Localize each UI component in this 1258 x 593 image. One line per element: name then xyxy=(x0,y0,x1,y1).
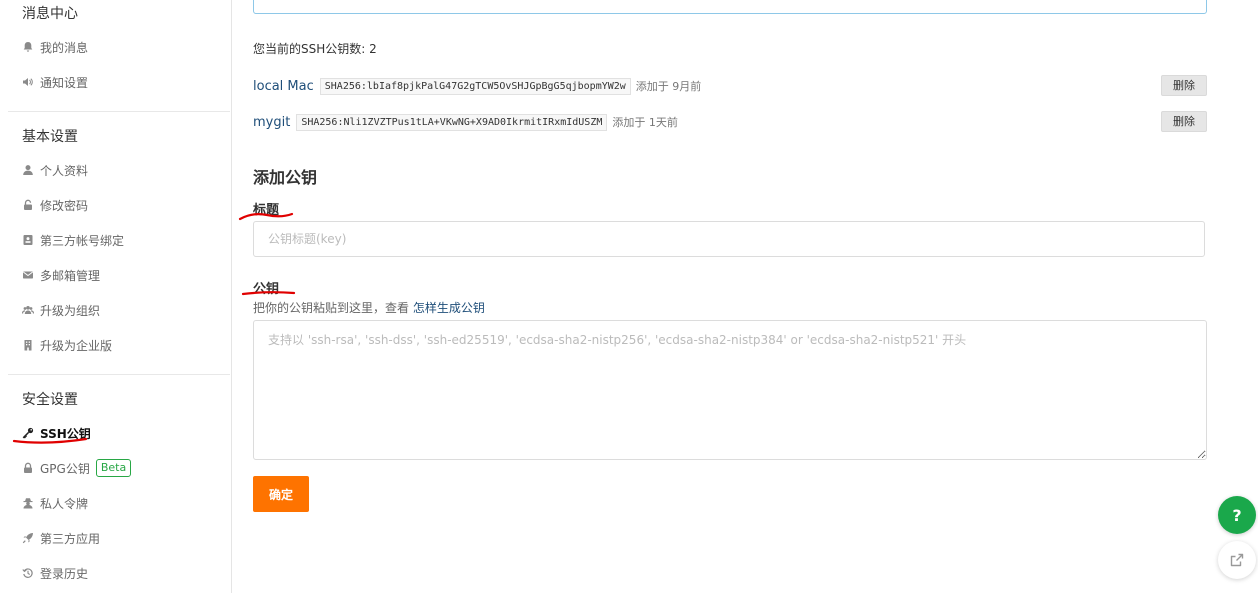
sidebar-item-upgrade-enterprise[interactable]: 升级为企业版 xyxy=(22,335,112,355)
public-key-label: 公钥 xyxy=(253,282,280,297)
main-content: 您当前的SSH公钥数: 2 local Mac SHA256:lbIaf8pjk… xyxy=(232,0,1258,593)
sidebar-item-label: 多邮箱管理 xyxy=(40,268,101,283)
ssh-key-count: 您当前的SSH公钥数: 2 xyxy=(253,42,377,56)
sidebar-item-login-history[interactable]: 登录历史 xyxy=(22,563,88,583)
title-label: 标题 xyxy=(253,203,280,218)
top-input-field[interactable] xyxy=(253,0,1207,14)
hint-text: 把你的公钥粘贴到这里，查看 xyxy=(253,301,413,315)
sidebar-item-email-management[interactable]: 多邮箱管理 xyxy=(22,265,100,285)
sidebar-item-upgrade-org[interactable]: 升级为组织 xyxy=(22,300,100,320)
sidebar-item-gpg-keys[interactable]: GPG公钥 Beta xyxy=(22,458,132,478)
sidebar-item-label: 升级为组织 xyxy=(40,303,101,318)
beta-badge: Beta xyxy=(95,459,132,477)
sidebar-item-label: 登录历史 xyxy=(40,566,89,581)
sidebar-item-private-tokens[interactable]: 私人令牌 xyxy=(22,493,88,513)
user-secret-icon xyxy=(23,498,33,509)
confirm-button[interactable]: 确定 xyxy=(253,476,309,512)
public-key-textarea[interactable] xyxy=(253,320,1207,460)
sidebar-item-label: SSH公钥 xyxy=(40,426,91,441)
volume-icon xyxy=(23,78,33,86)
envelope-icon xyxy=(23,271,33,279)
sidebar-item-label: 我的消息 xyxy=(40,40,89,55)
sidebar-item-label: 个人资料 xyxy=(40,163,89,178)
sidebar-item-label: 私人令牌 xyxy=(40,496,89,511)
id-card-icon xyxy=(23,235,33,245)
rocket-icon xyxy=(22,533,33,544)
section-title-messages: 消息中心 xyxy=(22,6,78,22)
ssh-key-fingerprint: SHA256:Nli1ZVZTPus1tLA+VKwNG+X9AD0Ikrmit… xyxy=(296,113,608,131)
public-key-hint: 把你的公钥粘贴到这里，查看 怎样生成公钥 xyxy=(253,299,485,316)
ssh-key-added-time: 添加于 9月前 xyxy=(635,80,702,93)
ssh-key-row: mygit SHA256:Nli1ZVZTPus1tLA+VKwNG+X9AD0… xyxy=(253,111,678,133)
section-title-security: 安全设置 xyxy=(22,392,78,408)
how-to-generate-key-link[interactable]: 怎样生成公钥 xyxy=(413,301,485,315)
user-icon xyxy=(23,165,33,175)
sidebar-item-label: GPG公钥 xyxy=(40,461,90,476)
building-icon xyxy=(24,340,32,351)
feedback-button[interactable] xyxy=(1218,541,1256,579)
section-title-basic: 基本设置 xyxy=(22,129,78,145)
sidebar-item-label: 第三方应用 xyxy=(40,531,101,546)
sidebar-item-label: 通知设置 xyxy=(40,75,89,90)
sidebar-item-notification-settings[interactable]: 通知设置 xyxy=(22,72,88,92)
settings-sidebar: 消息中心 我的消息 通知设置 基本设置 个人资料 修改密码 第三方帐号绑定 多邮… xyxy=(0,0,232,593)
key-icon xyxy=(22,427,34,439)
sidebar-item-my-messages[interactable]: 我的消息 xyxy=(22,37,88,57)
ssh-key-title: local Mac xyxy=(253,78,314,94)
sidebar-item-change-password[interactable]: 修改密码 xyxy=(22,195,88,215)
sidebar-item-label: 第三方帐号绑定 xyxy=(40,233,125,248)
history-icon xyxy=(22,568,33,578)
delete-key-button[interactable]: 删除 xyxy=(1161,111,1207,132)
bell-icon xyxy=(23,42,33,52)
unlock-icon xyxy=(24,199,32,210)
question-icon: ? xyxy=(1232,505,1242,525)
sidebar-divider xyxy=(8,374,230,375)
delete-key-button[interactable]: 删除 xyxy=(1161,75,1207,96)
sidebar-item-ssh-keys[interactable]: SSH公钥 xyxy=(22,423,91,443)
users-icon xyxy=(22,306,34,314)
sidebar-item-label: 修改密码 xyxy=(40,198,89,213)
add-key-heading: 添加公钥 xyxy=(253,168,318,187)
sidebar-item-third-party-apps[interactable]: 第三方应用 xyxy=(22,528,100,548)
sidebar-item-profile[interactable]: 个人资料 xyxy=(22,160,88,180)
ssh-key-fingerprint: SHA256:lbIaf8pjkPalG47G2gTCW5OvSHJGpBgG5… xyxy=(319,77,631,95)
sidebar-divider xyxy=(8,111,230,112)
external-link-icon xyxy=(1230,553,1244,567)
help-button[interactable]: ? xyxy=(1218,496,1256,534)
ssh-key-added-time: 添加于 1天前 xyxy=(612,116,678,129)
sidebar-item-label: 升级为企业版 xyxy=(40,338,113,353)
sidebar-item-third-party-binding[interactable]: 第三方帐号绑定 xyxy=(22,230,124,250)
lock-icon xyxy=(24,462,32,473)
ssh-key-row: local Mac SHA256:lbIaf8pjkPalG47G2gTCW5O… xyxy=(253,75,701,97)
ssh-key-title: mygit xyxy=(253,114,291,130)
key-title-input[interactable] xyxy=(253,221,1205,257)
